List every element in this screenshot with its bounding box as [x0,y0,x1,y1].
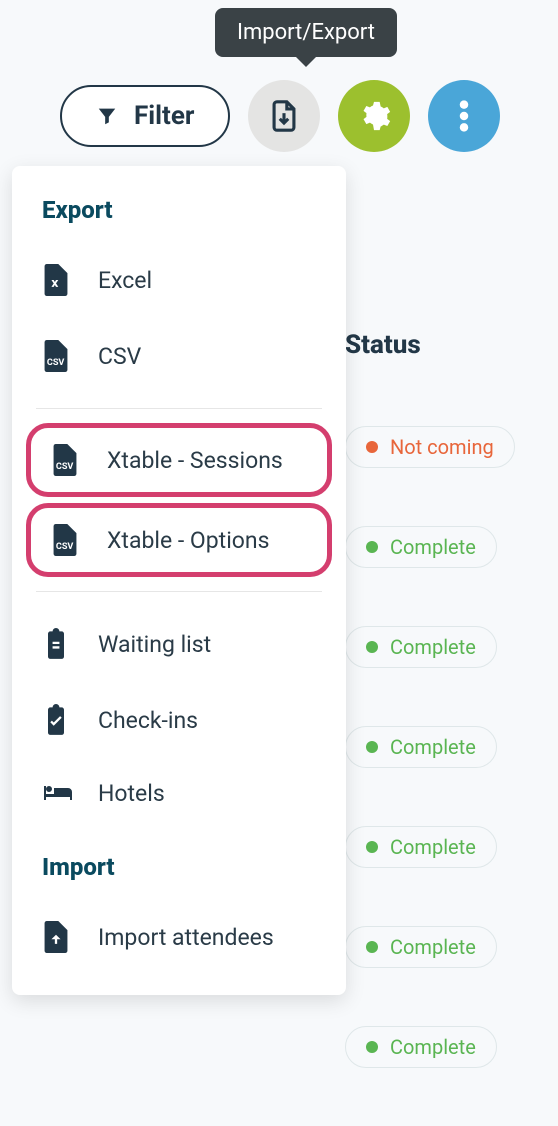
svg-text:CSV: CSV [47,358,65,368]
clipboard-list-icon [42,628,74,660]
status-column: Status Not coming Complete Complete Comp… [345,330,555,1126]
file-csv-icon: CSV [51,524,83,556]
status-dot-icon [366,941,378,953]
status-badge: Complete [345,826,497,868]
status-dot-icon [366,641,378,653]
status-text: Not coming [390,435,494,459]
menu-divider [36,591,322,592]
status-text: Complete [390,535,476,559]
status-badge: Complete [345,926,497,968]
svg-text:CSV: CSV [56,462,74,472]
export-excel-item[interactable]: Excel [12,242,346,318]
file-csv-icon: CSV [51,444,83,476]
filter-label: Filter [134,101,194,131]
export-csv-item[interactable]: CSV CSV [12,318,346,394]
status-badge: Not coming [345,426,515,468]
file-csv-icon: CSV [42,340,74,372]
status-header: Status [345,330,555,360]
menu-item-label: Hotels [98,780,165,807]
menu-item-label: Xtable - Sessions [107,447,283,474]
import-attendees-item[interactable]: Import attendees [12,899,346,975]
status-text: Complete [390,935,476,959]
export-hotels-item[interactable]: Hotels [12,758,346,829]
menu-item-label: Xtable - Options [107,527,269,554]
more-options-button[interactable] [428,80,500,152]
status-text: Complete [390,835,476,859]
status-text: Complete [390,1035,476,1059]
menu-item-label: Import attendees [98,924,274,951]
filter-icon [96,105,118,127]
menu-item-label: Check-ins [98,707,198,734]
status-badge: Complete [345,626,497,668]
export-waiting-list-item[interactable]: Waiting list [12,606,346,682]
menu-item-label: CSV [98,343,141,370]
status-text: Complete [390,635,476,659]
filter-button[interactable]: Filter [60,85,230,147]
file-upload-icon [42,921,74,953]
clipboard-check-icon [42,704,74,736]
status-badge: Complete [345,526,497,568]
import-section-title: Import [12,829,346,899]
status-dot-icon [366,441,378,453]
bed-icon [42,782,74,806]
status-badge: Complete [345,1026,497,1068]
status-dot-icon [366,541,378,553]
status-dot-icon [366,1041,378,1053]
export-section-title: Export [12,196,346,242]
svg-text:CSV: CSV [56,542,74,552]
status-dot-icon [366,841,378,853]
toolbar: Filter [60,80,500,152]
menu-item-label: Excel [98,267,152,294]
download-icon [267,99,301,133]
status-badge: Complete [345,726,497,768]
import-export-button[interactable] [248,80,320,152]
export-xtable-sessions-item[interactable]: CSV Xtable - Sessions [26,423,332,497]
status-dot-icon [366,741,378,753]
export-check-ins-item[interactable]: Check-ins [12,682,346,758]
import-export-menu: Export Excel CSV CSV CSV Xtable - Sessio… [12,166,346,995]
tooltip-import-export: Import/Export [215,8,397,57]
menu-item-label: Waiting list [98,631,211,658]
menu-divider [36,408,322,409]
more-vertical-icon [459,99,469,133]
file-excel-icon [42,264,74,296]
gear-icon [357,99,391,133]
settings-button[interactable] [338,80,410,152]
export-xtable-options-item[interactable]: CSV Xtable - Options [26,503,332,577]
status-text: Complete [390,735,476,759]
